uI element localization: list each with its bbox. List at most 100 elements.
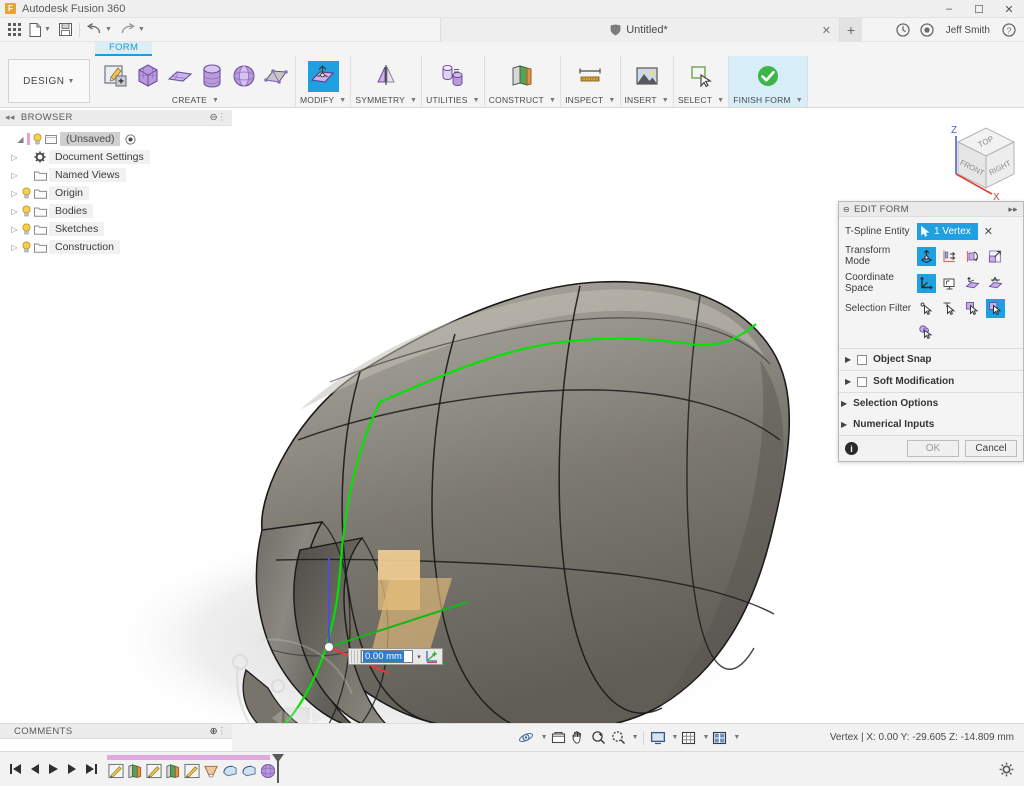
job-status-icon[interactable] xyxy=(892,19,914,41)
filter-group-icon[interactable] xyxy=(917,323,936,342)
visibility-bulb-icon[interactable] xyxy=(21,187,34,199)
expand-arrow-icon[interactable]: ▷ xyxy=(8,153,21,162)
chevron-down-icon[interactable]: ▼ xyxy=(796,97,803,104)
edit-form-icon[interactable] xyxy=(308,61,339,92)
transform-all-icon[interactable] xyxy=(917,247,936,266)
close-icon[interactable]: ✕ xyxy=(822,24,831,37)
chevron-down-icon[interactable]: ▾ xyxy=(413,653,425,661)
measure-icon[interactable] xyxy=(575,61,606,92)
value-input-box[interactable]: 0.00 mm ▾ xyxy=(348,648,443,665)
app-grid-button[interactable] xyxy=(4,19,25,41)
zoom-window-icon[interactable] xyxy=(609,728,628,748)
section-numerical-inputs[interactable]: ▶ Numerical Inputs xyxy=(839,414,1023,435)
cylinder-icon[interactable] xyxy=(196,61,227,92)
timeline-feature-loft[interactable] xyxy=(202,762,220,780)
expand-arrow-icon[interactable]: ▷ xyxy=(8,243,21,252)
soft-modification-checkbox[interactable] xyxy=(857,377,867,387)
expand-arrow-icon[interactable]: ▷ xyxy=(8,225,21,234)
filter-edge-icon[interactable] xyxy=(940,299,959,318)
chevron-down-icon[interactable]: ▼ xyxy=(212,97,219,104)
close-button[interactable]: ✕ xyxy=(994,0,1024,18)
timeline-feature-sketch[interactable] xyxy=(145,762,163,780)
fit-icon[interactable] xyxy=(549,728,568,748)
workspace-selector[interactable]: DESIGN ▼ xyxy=(8,59,90,103)
chevron-down-icon[interactable]: ▼ xyxy=(632,734,639,741)
timeline-feature-fillet[interactable] xyxy=(240,762,258,780)
clear-selection-icon[interactable]: ✕ xyxy=(982,225,995,238)
face-space-icon[interactable] xyxy=(963,274,982,293)
jump-end-icon[interactable] xyxy=(82,758,101,780)
visibility-bulb-icon[interactable] xyxy=(21,241,34,253)
visibility-bulb-icon[interactable] xyxy=(32,133,45,145)
timeline-feature-sketch[interactable] xyxy=(107,762,125,780)
tab-form[interactable]: FORM xyxy=(95,41,152,56)
plane-icon[interactable] xyxy=(164,61,195,92)
insert-image-icon[interactable] xyxy=(631,61,662,92)
filter-body-icon[interactable] xyxy=(986,299,1005,318)
step-forward-icon[interactable] xyxy=(63,758,82,780)
minimize-button[interactable]: – xyxy=(934,0,964,18)
chevron-down-icon[interactable]: ▼ xyxy=(410,97,417,104)
timeline-feature-fillet[interactable] xyxy=(221,762,239,780)
section-soft-modification[interactable]: ▶ Soft Modification xyxy=(839,370,1023,392)
construct-plane-icon[interactable] xyxy=(507,61,538,92)
redo-button[interactable]: ▼ xyxy=(116,19,149,41)
chevron-down-icon[interactable]: ▼ xyxy=(662,97,669,104)
expand-arrow-icon[interactable]: ▷ xyxy=(8,171,21,180)
chevron-down-icon[interactable]: ▼ xyxy=(541,734,548,741)
timeline-end-marker[interactable] xyxy=(271,754,285,784)
world-space-icon[interactable] xyxy=(917,274,936,293)
tree-item-named-views[interactable]: ▷ Named Views xyxy=(0,166,232,184)
orbit-icon[interactable] xyxy=(516,728,537,748)
chevron-down-icon[interactable]: ▼ xyxy=(733,734,740,741)
section-selection-options[interactable]: ▶ Selection Options xyxy=(839,392,1023,414)
user-account-button[interactable]: Jeff Smith xyxy=(940,25,996,36)
ok-button[interactable]: OK xyxy=(907,440,959,457)
expand-arrow-icon[interactable]: ▶ xyxy=(841,420,847,429)
grid-snap-icon[interactable] xyxy=(679,728,698,748)
new-tab-button[interactable]: + xyxy=(840,18,862,42)
chevron-down-icon[interactable]: ▼ xyxy=(717,97,724,104)
notifications-icon[interactable] xyxy=(916,19,938,41)
transform-scale-icon[interactable] xyxy=(986,247,1005,266)
document-tab-untitled[interactable]: Untitled* ✕ xyxy=(440,18,840,42)
chevron-down-icon[interactable]: ▼ xyxy=(672,734,679,741)
tree-item-bodies[interactable]: ▷ Bodies xyxy=(0,202,232,220)
expand-arrow-icon[interactable]: ▷ xyxy=(8,207,21,216)
help-icon[interactable]: ? xyxy=(998,19,1020,41)
timeline-feature-extrude[interactable] xyxy=(126,762,144,780)
tree-root-unsaved[interactable]: ◢ (Unsaved) xyxy=(0,130,232,148)
transform-rotate-icon[interactable] xyxy=(963,247,982,266)
expand-arrow-icon[interactable]: ◢ xyxy=(14,135,27,144)
viewports-icon[interactable] xyxy=(710,728,729,748)
undo-button[interactable]: ▼ xyxy=(83,19,116,41)
expand-icon[interactable]: ▸▸ xyxy=(1008,204,1018,215)
new-file-button[interactable]: ▼ xyxy=(25,19,55,41)
chevron-down-icon[interactable]: ▼ xyxy=(473,97,480,104)
selection-chip[interactable]: 1 Vertex xyxy=(917,223,978,240)
display-settings-icon[interactable] xyxy=(648,728,668,748)
chevron-down-icon[interactable]: ▼ xyxy=(549,97,556,104)
mirror-icon[interactable] xyxy=(371,61,402,92)
expand-arrow-icon[interactable]: ▶ xyxy=(845,355,851,364)
visibility-bulb-icon[interactable] xyxy=(21,205,34,217)
timeline-feature-extrude[interactable] xyxy=(164,762,182,780)
cancel-button[interactable]: Cancel xyxy=(965,440,1017,457)
form-sketch-icon[interactable] xyxy=(100,61,131,92)
play-icon[interactable] xyxy=(44,758,63,780)
expand-arrow-icon[interactable]: ▶ xyxy=(845,377,851,386)
utilities-icon[interactable] xyxy=(437,61,468,92)
view-space-icon[interactable] xyxy=(940,274,959,293)
timeline-feature-sketch[interactable] xyxy=(183,762,201,780)
chevron-down-icon[interactable]: ▼ xyxy=(339,97,346,104)
quadball-icon[interactable] xyxy=(260,61,291,92)
panel-resize-grip[interactable]: ⋮ xyxy=(217,112,227,123)
expand-arrow-icon[interactable]: ▶ xyxy=(841,399,847,408)
filter-vertex-icon[interactable] xyxy=(917,299,936,318)
chevron-down-icon[interactable]: ▼ xyxy=(608,97,615,104)
timeline-track[interactable] xyxy=(107,754,277,784)
save-button[interactable] xyxy=(55,19,76,41)
select-icon[interactable] xyxy=(686,61,717,92)
dialog-titlebar[interactable]: ⊖ EDIT FORM ▸▸ xyxy=(839,202,1023,217)
tree-item-construction[interactable]: ▷ Construction xyxy=(0,238,232,256)
